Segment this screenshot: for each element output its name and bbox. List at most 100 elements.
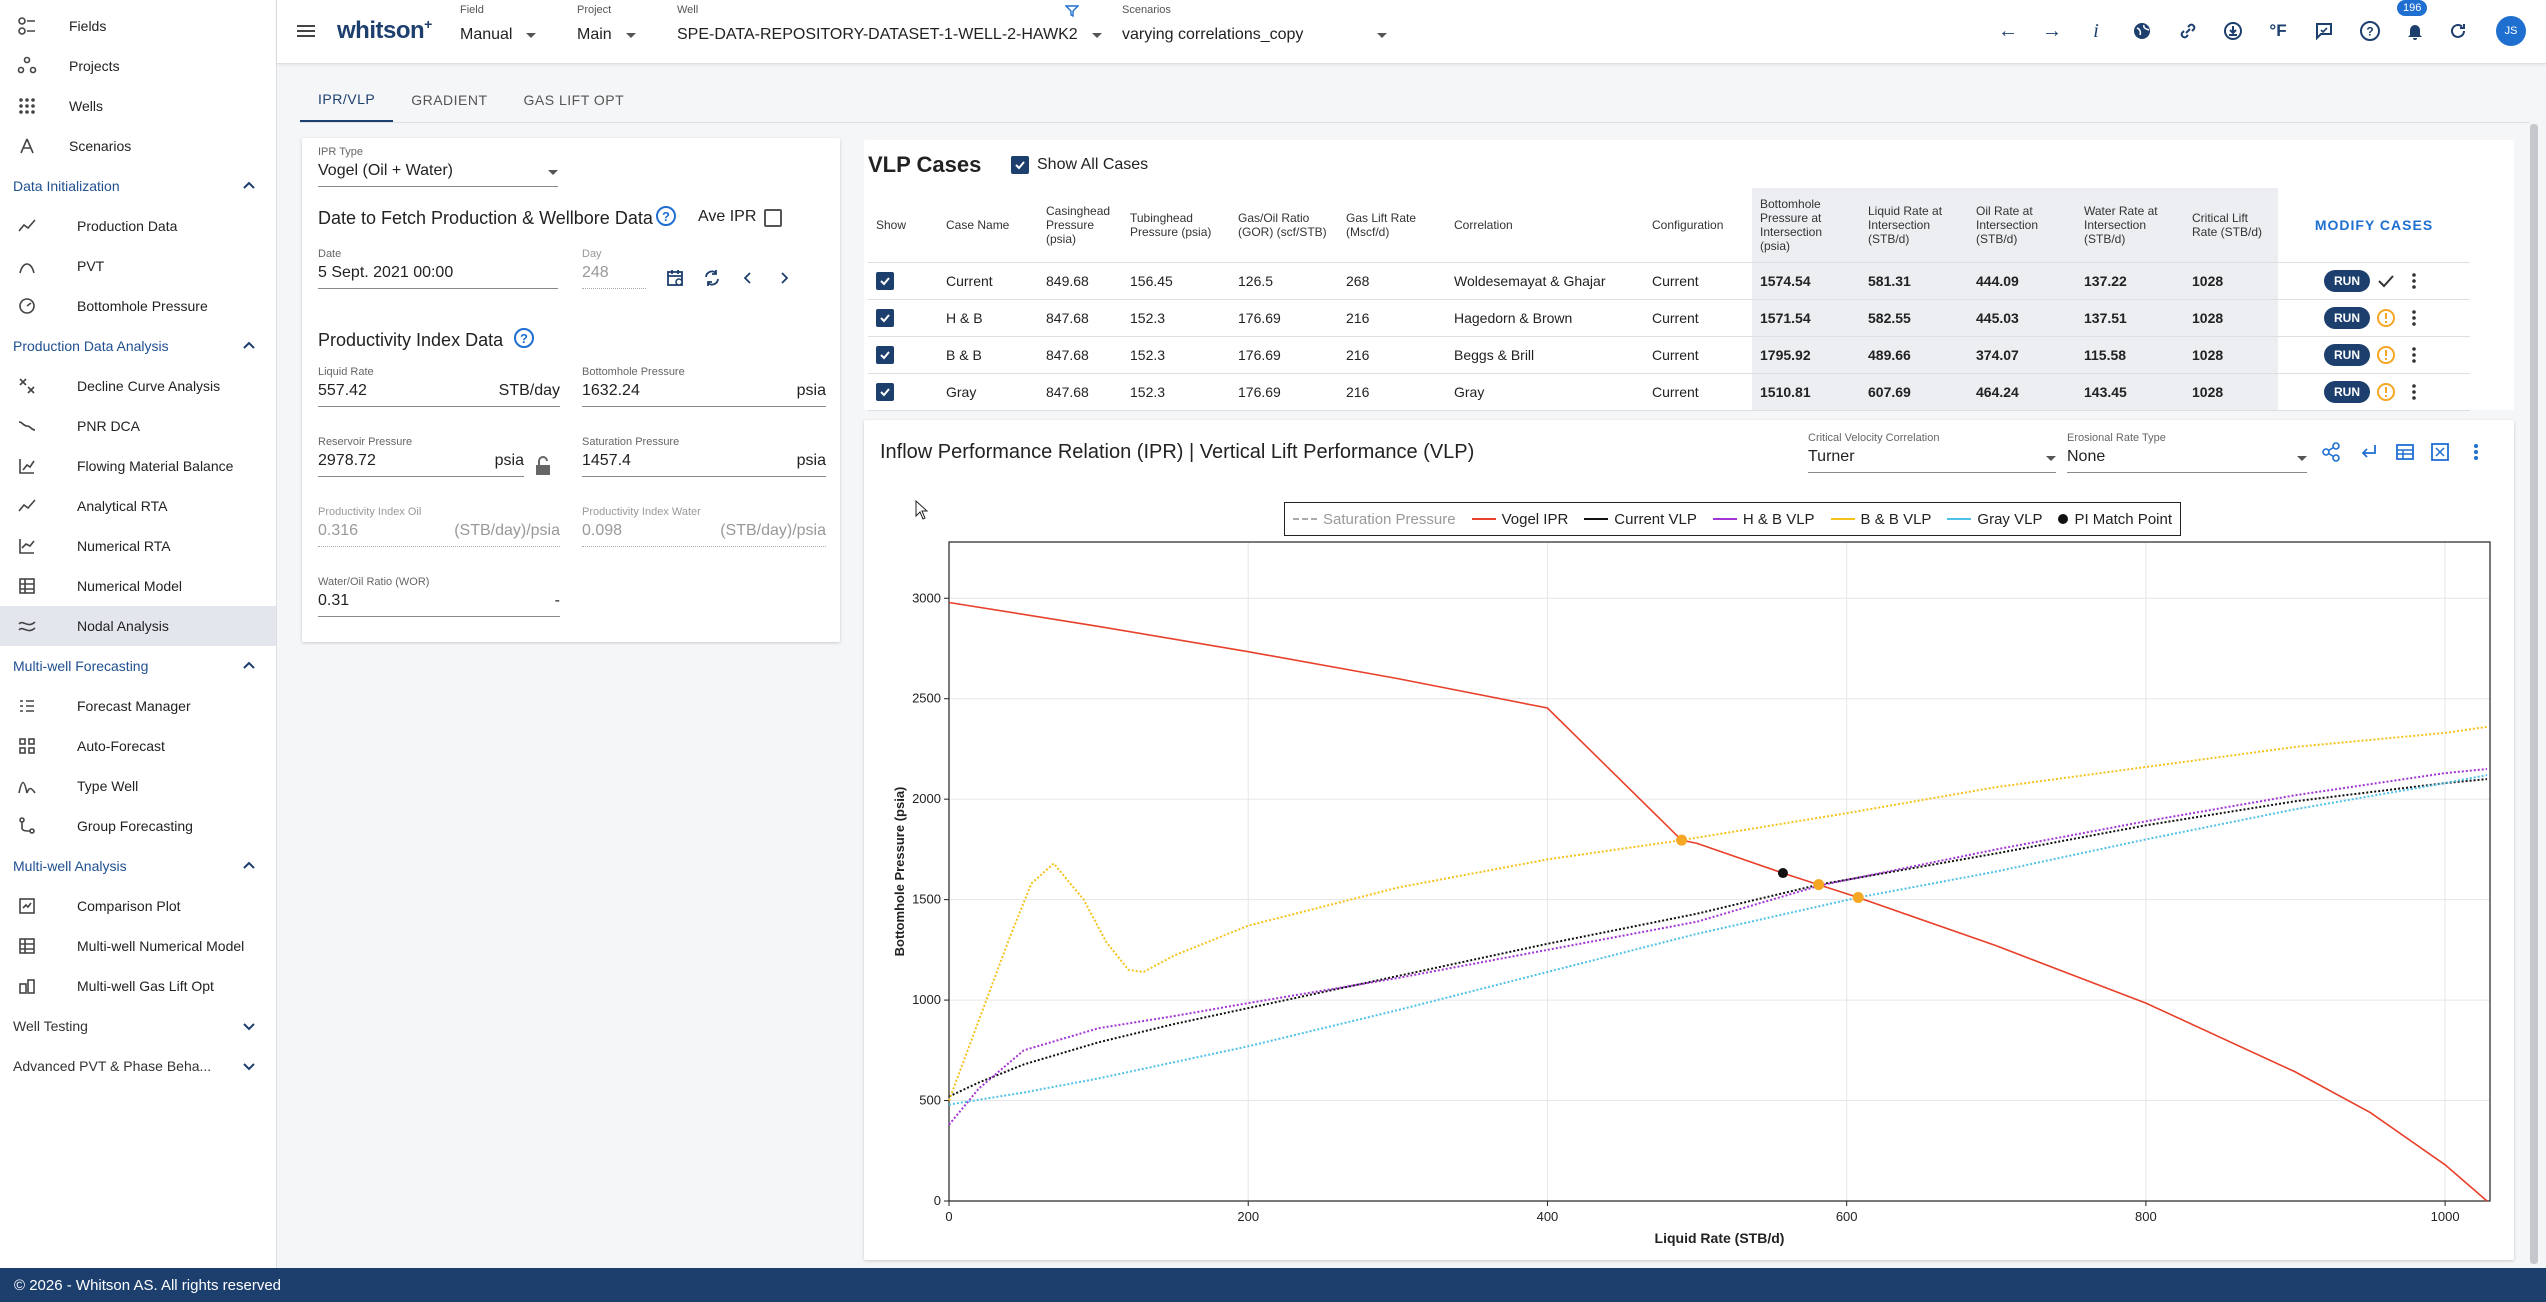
chevron-right-icon[interactable] xyxy=(776,270,792,286)
intersection-point[interactable] xyxy=(1852,891,1864,903)
series-line-gray-vlp[interactable] xyxy=(948,774,2488,1106)
series-line-b-b-vlp[interactable] xyxy=(948,725,2488,1101)
series-line-h-b-vlp[interactable] xyxy=(948,768,2488,1126)
sidebar-item-bottomhole-pressure[interactable]: Bottomhole Pressure xyxy=(0,286,276,326)
row-more-icon[interactable] xyxy=(2404,271,2424,291)
legend-item[interactable]: Vogel IPR xyxy=(1471,511,1568,528)
avatar[interactable]: JS xyxy=(2496,16,2526,46)
sidebar-item-fields[interactable]: Fields xyxy=(0,6,276,46)
pi-help-icon[interactable]: ? xyxy=(514,328,534,348)
tab-gas-lift-opt[interactable]: GAS LIFT OPT xyxy=(506,78,643,122)
sidebar-item-numerical-model[interactable]: Numerical Model xyxy=(0,566,276,606)
critical-velocity-select[interactable]: Critical Velocity Correlation Turner xyxy=(1808,432,2056,473)
globe-icon[interactable] xyxy=(2129,18,2155,44)
sidebar-item-production-data[interactable]: Production Data xyxy=(0,206,276,246)
project-select[interactable]: Project Main xyxy=(577,4,636,44)
show-all-checkbox[interactable] xyxy=(1011,156,1029,174)
date-field[interactable]: Date 5 Sept. 2021 00:00 xyxy=(318,248,558,289)
lock-open-icon[interactable] xyxy=(534,456,552,476)
sidebar-item-group-forecasting[interactable]: Group Forecasting xyxy=(0,806,276,846)
series-line-vogel-ipr[interactable] xyxy=(948,601,2488,1202)
bell-icon[interactable] xyxy=(2402,18,2428,44)
sidebar-item-nodal-analysis[interactable]: Nodal Analysis xyxy=(0,606,276,646)
filter-icon[interactable] xyxy=(1065,4,1079,18)
sidebar-item-forecast-manager[interactable]: Forecast Manager xyxy=(0,686,276,726)
more-vert-icon[interactable] xyxy=(2466,442,2486,462)
info-icon[interactable]: i xyxy=(2083,18,2109,44)
run-button[interactable]: RUN xyxy=(2324,380,2370,403)
sidebar-item-comparison-plot[interactable]: Comparison Plot xyxy=(0,886,276,926)
intersection-point[interactable] xyxy=(1676,834,1688,846)
whitson-logo[interactable]: whitson+ xyxy=(337,16,432,45)
menu-icon[interactable] xyxy=(295,20,317,42)
sidebar-item-projects[interactable]: Projects xyxy=(0,46,276,86)
saturation-pressure-field[interactable]: Saturation Pressure 1457.4 psia xyxy=(582,436,826,477)
feedback-icon[interactable] xyxy=(2311,18,2337,44)
calendar-search-icon[interactable] xyxy=(666,268,686,288)
row-more-icon[interactable] xyxy=(2404,308,2424,328)
sidebar-section-3[interactable]: Multi-well Analysis xyxy=(0,846,276,886)
liquid-rate-field[interactable]: Liquid Rate 557.42 STB/day xyxy=(318,366,560,407)
scenario-select[interactable]: Scenarios varying correlations_copy xyxy=(1122,4,1388,44)
arrow-right-icon[interactable]: → xyxy=(2039,18,2065,44)
refresh-icon[interactable] xyxy=(2445,18,2471,44)
sidebar-section-2[interactable]: Multi-well Forecasting xyxy=(0,646,276,686)
table-icon[interactable] xyxy=(2395,442,2415,462)
run-button[interactable]: RUN xyxy=(2324,269,2370,292)
sidebar-item-wells[interactable]: Wells xyxy=(0,86,276,126)
show-all-cases-toggle[interactable]: Show All Cases xyxy=(1011,156,1148,174)
modify-cases-button[interactable]: MODIFY CASES xyxy=(2315,217,2433,233)
date-help-icon[interactable]: ? xyxy=(656,206,676,226)
sidebar-item-decline-curve-analysis[interactable]: Decline Curve Analysis xyxy=(0,366,276,406)
sidebar-section-0[interactable]: Data Initialization xyxy=(0,166,276,206)
run-button[interactable]: RUN xyxy=(2324,306,2370,329)
chevron-left-icon[interactable] xyxy=(740,270,756,286)
legend-item[interactable]: H & B VLP xyxy=(1712,511,1815,528)
day-field[interactable]: Day 248 xyxy=(582,248,646,289)
row-show-checkbox[interactable] xyxy=(876,271,894,290)
tab-ipr-vlp[interactable]: IPR/VLP xyxy=(300,78,394,122)
well-select[interactable]: Well SPE-DATA-REPOSITORY-DATASET-1-WELL-2… xyxy=(677,4,1102,44)
series-line-current-vlp[interactable] xyxy=(948,778,2488,1098)
row-more-icon[interactable] xyxy=(2404,345,2424,365)
legend-item[interactable]: Current VLP xyxy=(1584,511,1697,528)
legend-item[interactable]: Gray VLP xyxy=(1947,511,2042,528)
legend-item[interactable]: Saturation Pressure xyxy=(1293,511,1456,528)
sidebar-section-1[interactable]: Production Data Analysis xyxy=(0,326,276,366)
pi-match-point[interactable] xyxy=(1777,868,1788,879)
ipr-vlp-chart[interactable]: 0 200 400 600 800 1000 0 500 1000 1500 2000 2500 300… xyxy=(864,540,2514,1260)
download-icon[interactable] xyxy=(2220,18,2246,44)
sidebar-item-flowing-material-balance[interactable]: Flowing Material Balance xyxy=(0,446,276,486)
bhp-field[interactable]: Bottomhole Pressure 1632.24 psia xyxy=(582,366,826,407)
sidebar-item-multi-well-gas-lift-opt[interactable]: Multi-well Gas Lift Opt xyxy=(0,966,276,1006)
intersection-point[interactable] xyxy=(1813,879,1825,891)
sidebar-item-pnr-dca[interactable]: PNR DCA xyxy=(0,406,276,446)
sidebar-item-multi-well-numerical-model[interactable]: Multi-well Numerical Model xyxy=(0,926,276,966)
erosional-rate-select[interactable]: Erosional Rate Type None xyxy=(2067,432,2307,473)
arrow-left-icon[interactable]: ← xyxy=(1995,18,2021,44)
fit-screen-icon[interactable] xyxy=(2430,442,2450,462)
ave-ipr-checkbox[interactable] xyxy=(764,209,782,227)
sidebar-section-5[interactable]: Advanced PVT & Phase Beha... xyxy=(0,1046,276,1086)
tab-gradient[interactable]: GRADIENT xyxy=(393,78,505,122)
page-scrollbar[interactable] xyxy=(2530,124,2538,1264)
legend-item[interactable]: PI Match Point xyxy=(2058,511,2172,528)
share-nodes-icon[interactable] xyxy=(2321,442,2341,462)
sidebar-item-pvt[interactable]: PVT xyxy=(0,246,276,286)
wor-field[interactable]: Water/Oil Ratio (WOR) 0.31 - xyxy=(318,576,560,617)
row-show-checkbox[interactable] xyxy=(876,345,894,364)
run-button[interactable]: RUN xyxy=(2324,343,2370,366)
reservoir-pressure-field[interactable]: Reservoir Pressure 2978.72 psia xyxy=(318,436,524,477)
legend-item[interactable]: B & B VLP xyxy=(1830,511,1931,528)
help-icon[interactable]: ? xyxy=(2357,18,2383,44)
field-select[interactable]: Field Manual xyxy=(460,4,537,44)
sync-icon[interactable] xyxy=(702,268,722,288)
enter-icon[interactable] xyxy=(2359,442,2379,462)
sidebar-item-auto-forecast[interactable]: Auto-Forecast xyxy=(0,726,276,766)
unit-toggle[interactable]: °F xyxy=(2265,18,2291,44)
sidebar-item-scenarios[interactable]: Scenarios xyxy=(0,126,276,166)
link-icon[interactable] xyxy=(2175,18,2201,44)
row-more-icon[interactable] xyxy=(2404,382,2424,402)
row-show-checkbox[interactable] xyxy=(876,382,894,401)
row-show-checkbox[interactable] xyxy=(876,308,894,327)
